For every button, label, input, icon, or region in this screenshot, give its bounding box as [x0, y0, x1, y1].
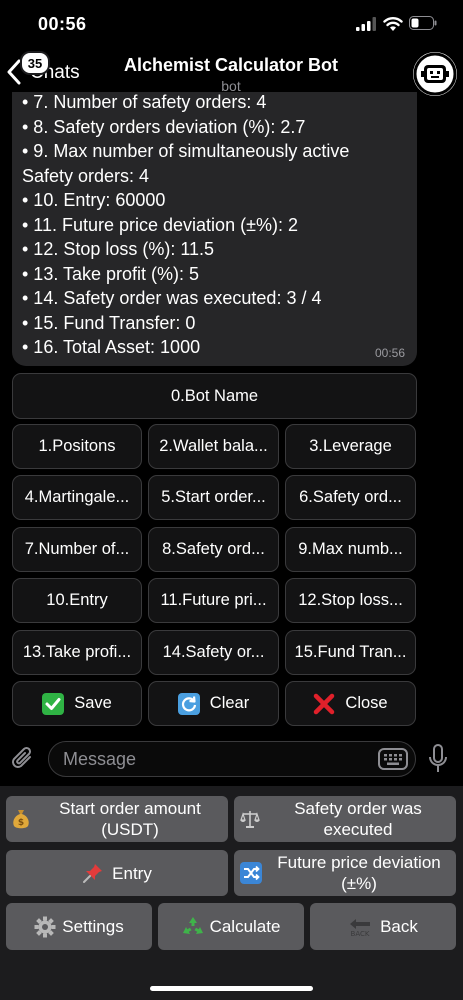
recycle-icon	[182, 916, 204, 938]
wifi-icon	[383, 17, 403, 31]
status-time: 00:56	[38, 14, 87, 34]
clear-label: Clear	[209, 694, 250, 712]
message-line: • 10. Entry: 60000	[22, 190, 166, 210]
balance-scale-icon	[240, 809, 260, 829]
signal-icon	[356, 17, 376, 31]
inline-button-8[interactable]: 8.Safety ord...	[148, 527, 279, 572]
inline-button-11[interactable]: 11.Future pri...	[148, 578, 279, 623]
microphone-icon[interactable]	[428, 744, 448, 774]
safety-order-executed-button[interactable]: Safety order was executed	[234, 796, 456, 842]
home-indicator	[150, 986, 313, 991]
calculate-button[interactable]: Calculate	[158, 903, 304, 950]
entry-label: Entry	[112, 863, 152, 883]
start-order-amount-label: Start order amount (USDT)	[59, 799, 201, 839]
shuffle-icon	[240, 862, 262, 884]
message-line: • 15. Fund Transfer: 0	[22, 312, 196, 333]
back-label: Back	[380, 917, 418, 936]
inline-button-3[interactable]: 3.Leverage	[285, 424, 416, 469]
gear-icon	[34, 916, 56, 938]
message-line: • 9. Max number of simultaneously active	[22, 141, 350, 161]
message-line: • 16. Total Asset: 1000	[22, 337, 201, 357]
check-mark-icon	[42, 692, 65, 715]
save-label: Save	[74, 694, 112, 712]
robot-icon	[413, 52, 457, 96]
money-bag-icon: $	[12, 808, 30, 830]
save-button[interactable]: Save	[12, 681, 142, 726]
inline-button-7[interactable]: 7.Number of...	[12, 527, 142, 572]
svg-text:$: $	[18, 818, 24, 828]
refresh-icon	[177, 692, 200, 715]
message-line: • 12. Stop loss (%): 11.5	[22, 239, 215, 259]
message-text: • 7. Number of safety orders: 4 • 8. Safe…	[22, 92, 349, 360]
message-line: • 13. Take profit (%): 5	[22, 263, 200, 284]
inline-button-bot-name[interactable]: 0.Bot Name	[12, 373, 417, 419]
close-label: Close	[345, 694, 388, 712]
future-price-deviation-button[interactable]: Future price deviation (±%)	[234, 850, 456, 896]
future-price-deviation-label: Future price deviation (±%)	[277, 853, 441, 893]
calculate-label: Calculate	[209, 917, 281, 936]
back-icon-text: BACK	[351, 930, 370, 938]
inline-button-10[interactable]: 10.Entry	[12, 578, 142, 623]
inline-button-12[interactable]: 12.Stop loss...	[285, 578, 416, 623]
battery-icon	[409, 16, 437, 30]
inline-button-14[interactable]: 14.Safety or...	[148, 630, 279, 675]
unread-badge: 35	[20, 51, 50, 75]
cross-icon	[313, 693, 335, 715]
settings-label: Settings	[62, 917, 124, 936]
inline-button-5[interactable]: 5.Start order...	[148, 475, 279, 520]
chat-title[interactable]: Alchemist Calculator Bot	[100, 55, 362, 76]
inline-button-4[interactable]: 4.Martingale...	[12, 475, 142, 520]
message-time: 00:56	[374, 346, 405, 360]
start-order-amount-button[interactable]: $ Start order amount (USDT)	[6, 796, 228, 842]
inline-button-15[interactable]: 15.Fund Tran...	[285, 630, 416, 675]
message-line: • 7. Number of safety orders: 4	[22, 92, 267, 112]
message-line: Safety orders: 4	[22, 165, 150, 186]
pushpin-icon	[82, 862, 104, 884]
settings-button[interactable]: Settings	[6, 903, 152, 950]
bot-avatar[interactable]	[413, 52, 457, 96]
close-button[interactable]: Close	[285, 681, 416, 726]
inline-button-6[interactable]: 6.Safety ord...	[285, 475, 416, 520]
clear-button[interactable]: Clear	[148, 681, 279, 726]
message-line: • 11. Future price deviation (±%): 2	[22, 214, 298, 235]
message-line: • 14. Safety order was executed: 3 / 4	[22, 288, 322, 308]
back-button[interactable]: BACK Back	[310, 903, 456, 950]
inline-button-13[interactable]: 13.Take profi...	[12, 630, 142, 675]
inline-button-2[interactable]: 2.Wallet bala...	[148, 424, 279, 469]
back-arrow-icon: BACK	[348, 916, 372, 938]
attachment-icon[interactable]	[10, 745, 36, 773]
message-line: • 8. Safety orders deviation (%): 2.7	[22, 116, 306, 137]
entry-button[interactable]: Entry	[6, 850, 228, 896]
inline-button-1[interactable]: 1.Positons	[12, 424, 142, 469]
message-input[interactable]	[48, 741, 416, 777]
keyboard-icon[interactable]	[378, 747, 408, 771]
message-bubble: • 7. Number of safety orders: 4 • 8. Safe…	[12, 92, 417, 366]
safety-order-executed-label: Safety order was executed	[294, 799, 422, 839]
inline-button-9[interactable]: 9.Max numb...	[285, 527, 416, 572]
